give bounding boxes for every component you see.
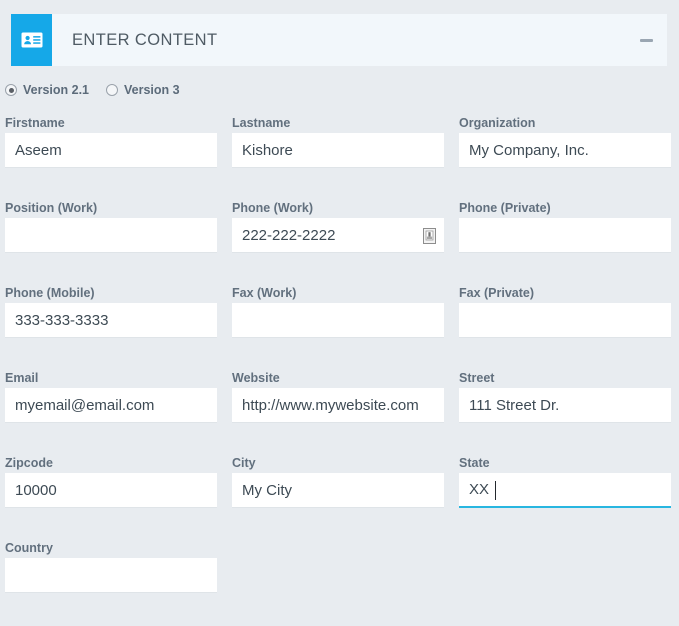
input-wrap: [232, 133, 444, 168]
input-wrap: [459, 303, 671, 338]
phone-private-input[interactable]: [459, 218, 671, 253]
field-label: Phone (Private): [459, 201, 671, 218]
input-wrap: [459, 218, 671, 253]
radio-option-version-3[interactable]: Version 3: [106, 83, 180, 97]
lastname-input[interactable]: [232, 133, 444, 168]
form-row: Firstname Lastname Organization: [5, 116, 674, 201]
version-radio-group: Version 2.1 Version 3: [5, 80, 197, 100]
radio-option-version-2-1[interactable]: Version 2.1: [5, 83, 89, 97]
field-label: Phone (Work): [232, 201, 444, 218]
field-label: Firstname: [5, 116, 217, 133]
field-label: Organization: [459, 116, 671, 133]
form-row: Email Website Street: [5, 371, 674, 456]
field-country: Country: [5, 541, 217, 626]
field-website: Website: [232, 371, 444, 456]
firstname-input[interactable]: [5, 133, 217, 168]
field-fax-private: Fax (Private): [459, 286, 671, 371]
field-lastname: Lastname: [232, 116, 444, 201]
field-label: Position (Work): [5, 201, 217, 218]
input-wrap: [459, 473, 671, 508]
street-input[interactable]: [459, 388, 671, 423]
form-row: Position (Work) Phone (Work): [5, 201, 674, 286]
radio-label: Version 2.1: [23, 83, 89, 97]
input-wrap: [5, 388, 217, 423]
field-organization: Organization: [459, 116, 671, 201]
input-wrap: [459, 133, 671, 168]
field-phone-work: Phone (Work): [232, 201, 444, 286]
field-phone-private: Phone (Private): [459, 201, 671, 286]
field-label: City: [232, 456, 444, 473]
text-caret: [495, 481, 496, 500]
field-state: State: [459, 456, 671, 541]
field-email: Email: [5, 371, 217, 456]
form-row: Phone (Mobile) Fax (Work) Fax (Private): [5, 286, 674, 371]
field-city: City: [232, 456, 444, 541]
input-wrap: [5, 133, 217, 168]
field-street: Street: [459, 371, 671, 456]
collapse-panel-button[interactable]: [640, 39, 653, 42]
form-row: Country: [5, 541, 674, 626]
contact-card-icon: [11, 14, 52, 66]
field-label: Zipcode: [5, 456, 217, 473]
radio-label: Version 3: [124, 83, 180, 97]
contact-form: Firstname Lastname Organization: [5, 116, 674, 626]
field-label: Fax (Work): [232, 286, 444, 303]
input-wrap: [232, 303, 444, 338]
input-wrap: [459, 388, 671, 423]
field-zipcode: Zipcode: [5, 456, 217, 541]
phone-work-input[interactable]: [232, 218, 444, 253]
website-input[interactable]: [232, 388, 444, 423]
page-title: ENTER CONTENT: [72, 31, 217, 50]
input-wrap: [5, 303, 217, 338]
panel-header: ENTER CONTENT: [11, 14, 667, 66]
field-phone-mobile: Phone (Mobile): [5, 286, 217, 371]
field-label: State: [459, 456, 671, 473]
state-input[interactable]: [459, 473, 671, 508]
form-row: Zipcode City State: [5, 456, 674, 541]
field-label: Website: [232, 371, 444, 388]
field-label: Phone (Mobile): [5, 286, 217, 303]
input-wrap: [232, 388, 444, 423]
radio-indicator-unchecked[interactable]: [106, 84, 118, 96]
radio-indicator-checked[interactable]: [5, 84, 17, 96]
zipcode-input[interactable]: [5, 473, 217, 508]
input-wrap: [5, 558, 217, 593]
field-firstname: Firstname: [5, 116, 217, 201]
field-label: Email: [5, 371, 217, 388]
page-root: ENTER CONTENT Version 2.1 Version 3 Firs…: [0, 0, 679, 619]
input-wrap: [232, 473, 444, 508]
field-label: Fax (Private): [459, 286, 671, 303]
input-wrap: [5, 473, 217, 508]
input-wrap: [232, 218, 444, 253]
city-input[interactable]: [232, 473, 444, 508]
email-input[interactable]: [5, 388, 217, 423]
fax-private-input[interactable]: [459, 303, 671, 338]
organization-input[interactable]: [459, 133, 671, 168]
fax-work-input[interactable]: [232, 303, 444, 338]
field-label: Street: [459, 371, 671, 388]
field-label: Lastname: [232, 116, 444, 133]
field-label: Country: [5, 541, 217, 558]
input-wrap: [5, 218, 217, 253]
phone-mobile-input[interactable]: [5, 303, 217, 338]
position-work-input[interactable]: [5, 218, 217, 253]
field-fax-work: Fax (Work): [232, 286, 444, 371]
field-position-work: Position (Work): [5, 201, 217, 286]
country-input[interactable]: [5, 558, 217, 593]
